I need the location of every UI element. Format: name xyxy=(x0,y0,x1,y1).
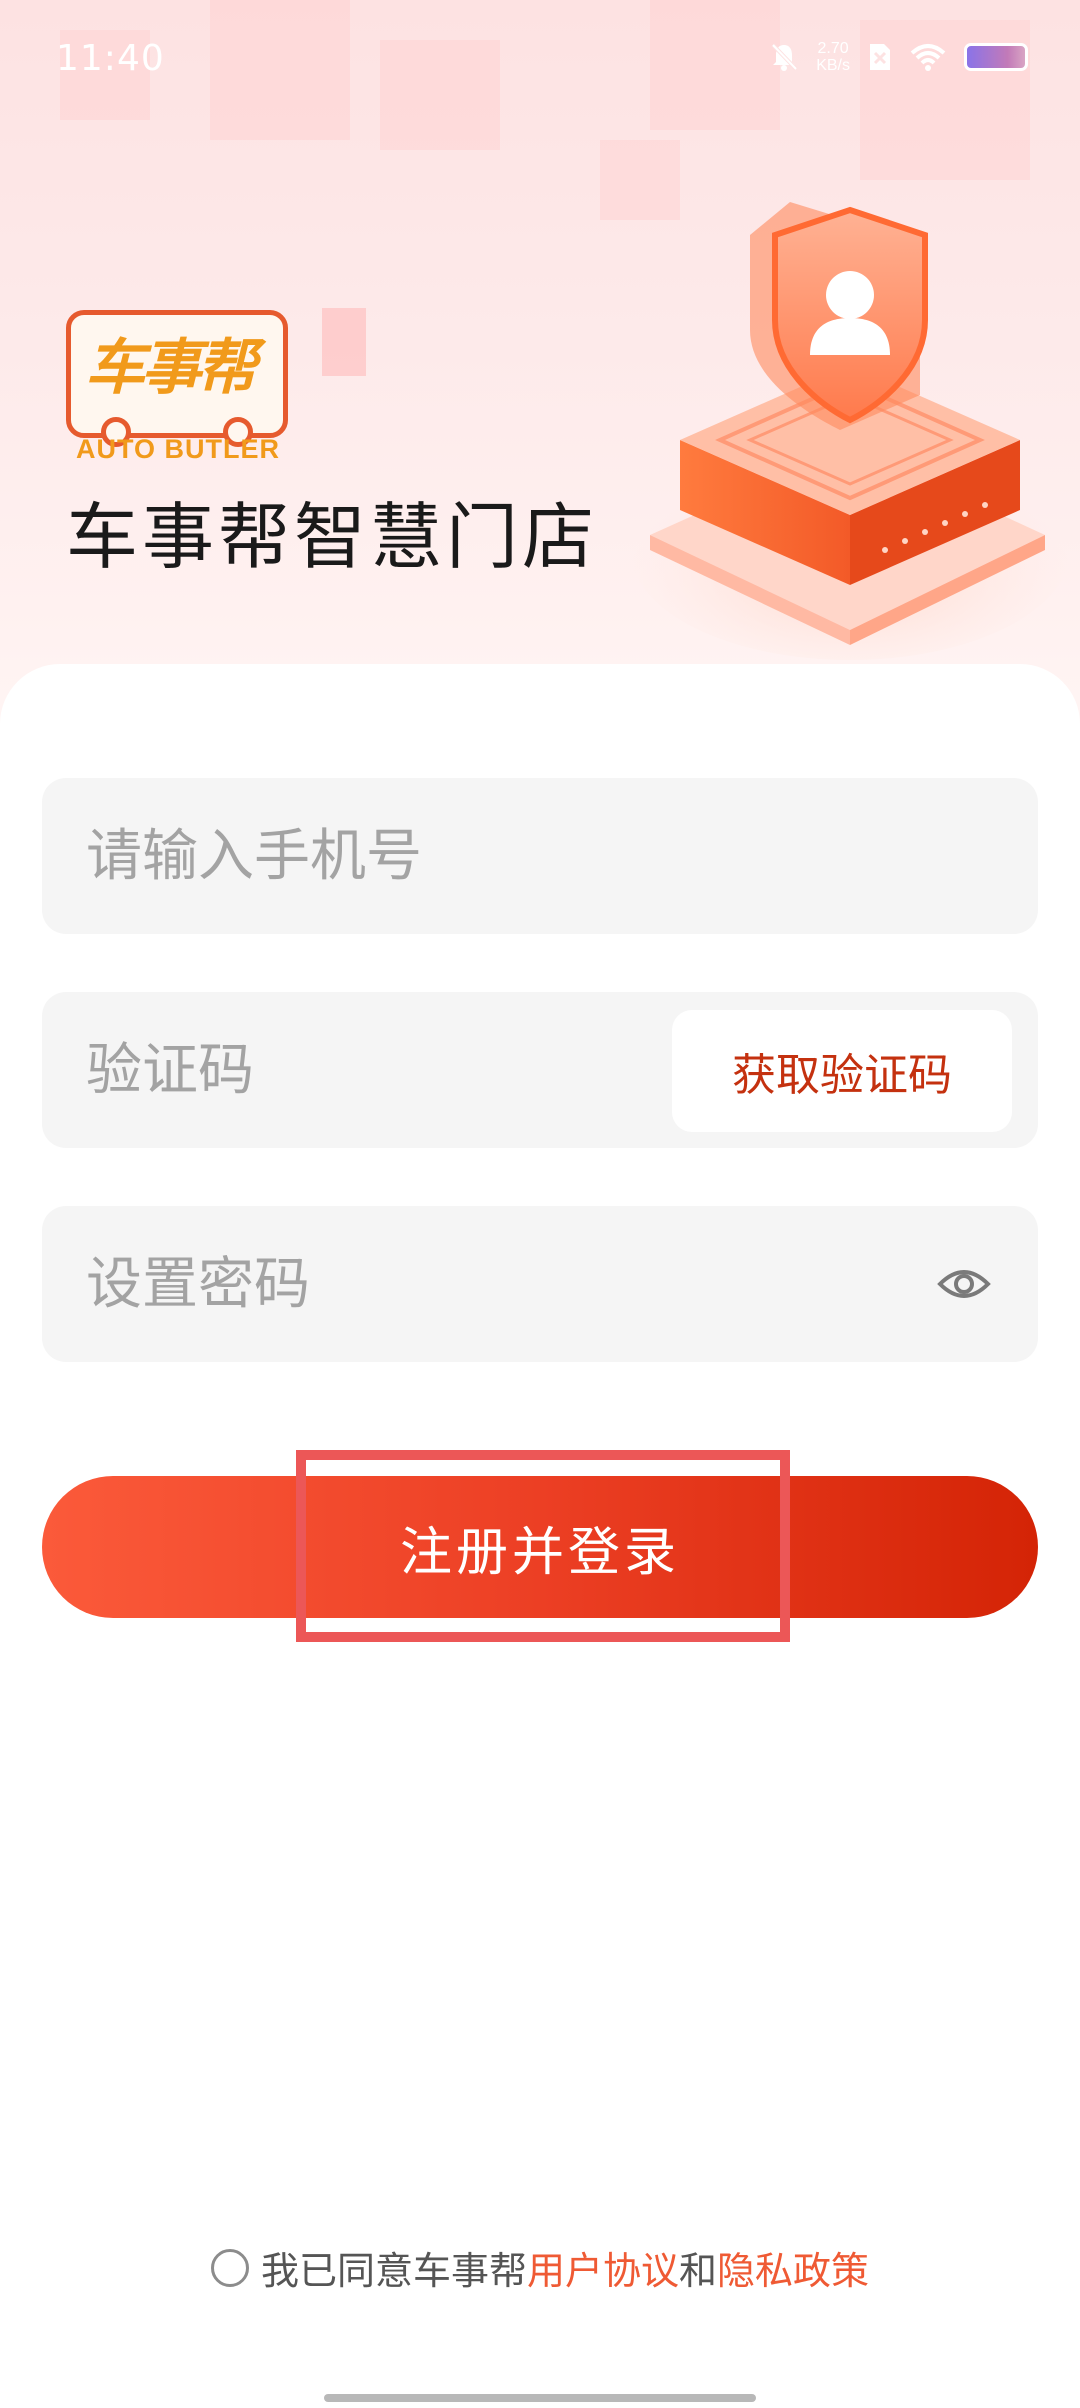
register-login-button[interactable]: 注册并登录 xyxy=(42,1476,1038,1618)
agreement-row: 我已同意车事帮 用户协议 和 隐私政策 xyxy=(0,2240,1080,2295)
battery-icon xyxy=(964,43,1028,71)
privacy-policy-link[interactable]: 隐私政策 xyxy=(717,2240,869,2295)
get-code-button[interactable]: 获取验证码 xyxy=(672,1010,1012,1132)
logo-subtitle: AUTO BUTLER xyxy=(76,434,280,464)
status-bar: 11:40 2.70 KB/s xyxy=(0,0,1080,128)
wifi-icon xyxy=(910,44,946,71)
sim-icon xyxy=(870,44,890,70)
user-agreement-link[interactable]: 用户协议 xyxy=(527,2240,679,2295)
code-field: 获取验证码 xyxy=(42,992,1038,1148)
status-time: 11:40 xyxy=(56,38,165,79)
agree-checkbox[interactable] xyxy=(210,2248,249,2287)
net-speed: 2.70 KB/s xyxy=(816,40,850,74)
password-input[interactable] xyxy=(86,1206,646,1362)
home-indicator[interactable] xyxy=(324,2394,756,2402)
net-speed-value: 2.70 xyxy=(817,40,849,57)
mute-bell-icon xyxy=(771,43,798,71)
shield-user-icon xyxy=(630,202,1070,660)
status-icons: 2.70 KB/s xyxy=(770,40,1028,74)
agreement-prefix: 我已同意车事帮 xyxy=(260,2249,527,2293)
password-field xyxy=(42,1206,1038,1362)
net-speed-unit: KB/s xyxy=(816,57,850,74)
phone-field xyxy=(42,778,1038,934)
agreement-conjunction: 和 xyxy=(679,2249,718,2293)
brand-logo: 车事帮 xyxy=(66,310,288,447)
eye-icon[interactable] xyxy=(934,1254,994,1314)
app-title: 车事帮智慧门店 xyxy=(66,495,599,579)
logo-text: 车事帮 xyxy=(85,333,257,403)
phone-input[interactable] xyxy=(86,778,646,934)
verification-code-input[interactable] xyxy=(86,992,646,1148)
